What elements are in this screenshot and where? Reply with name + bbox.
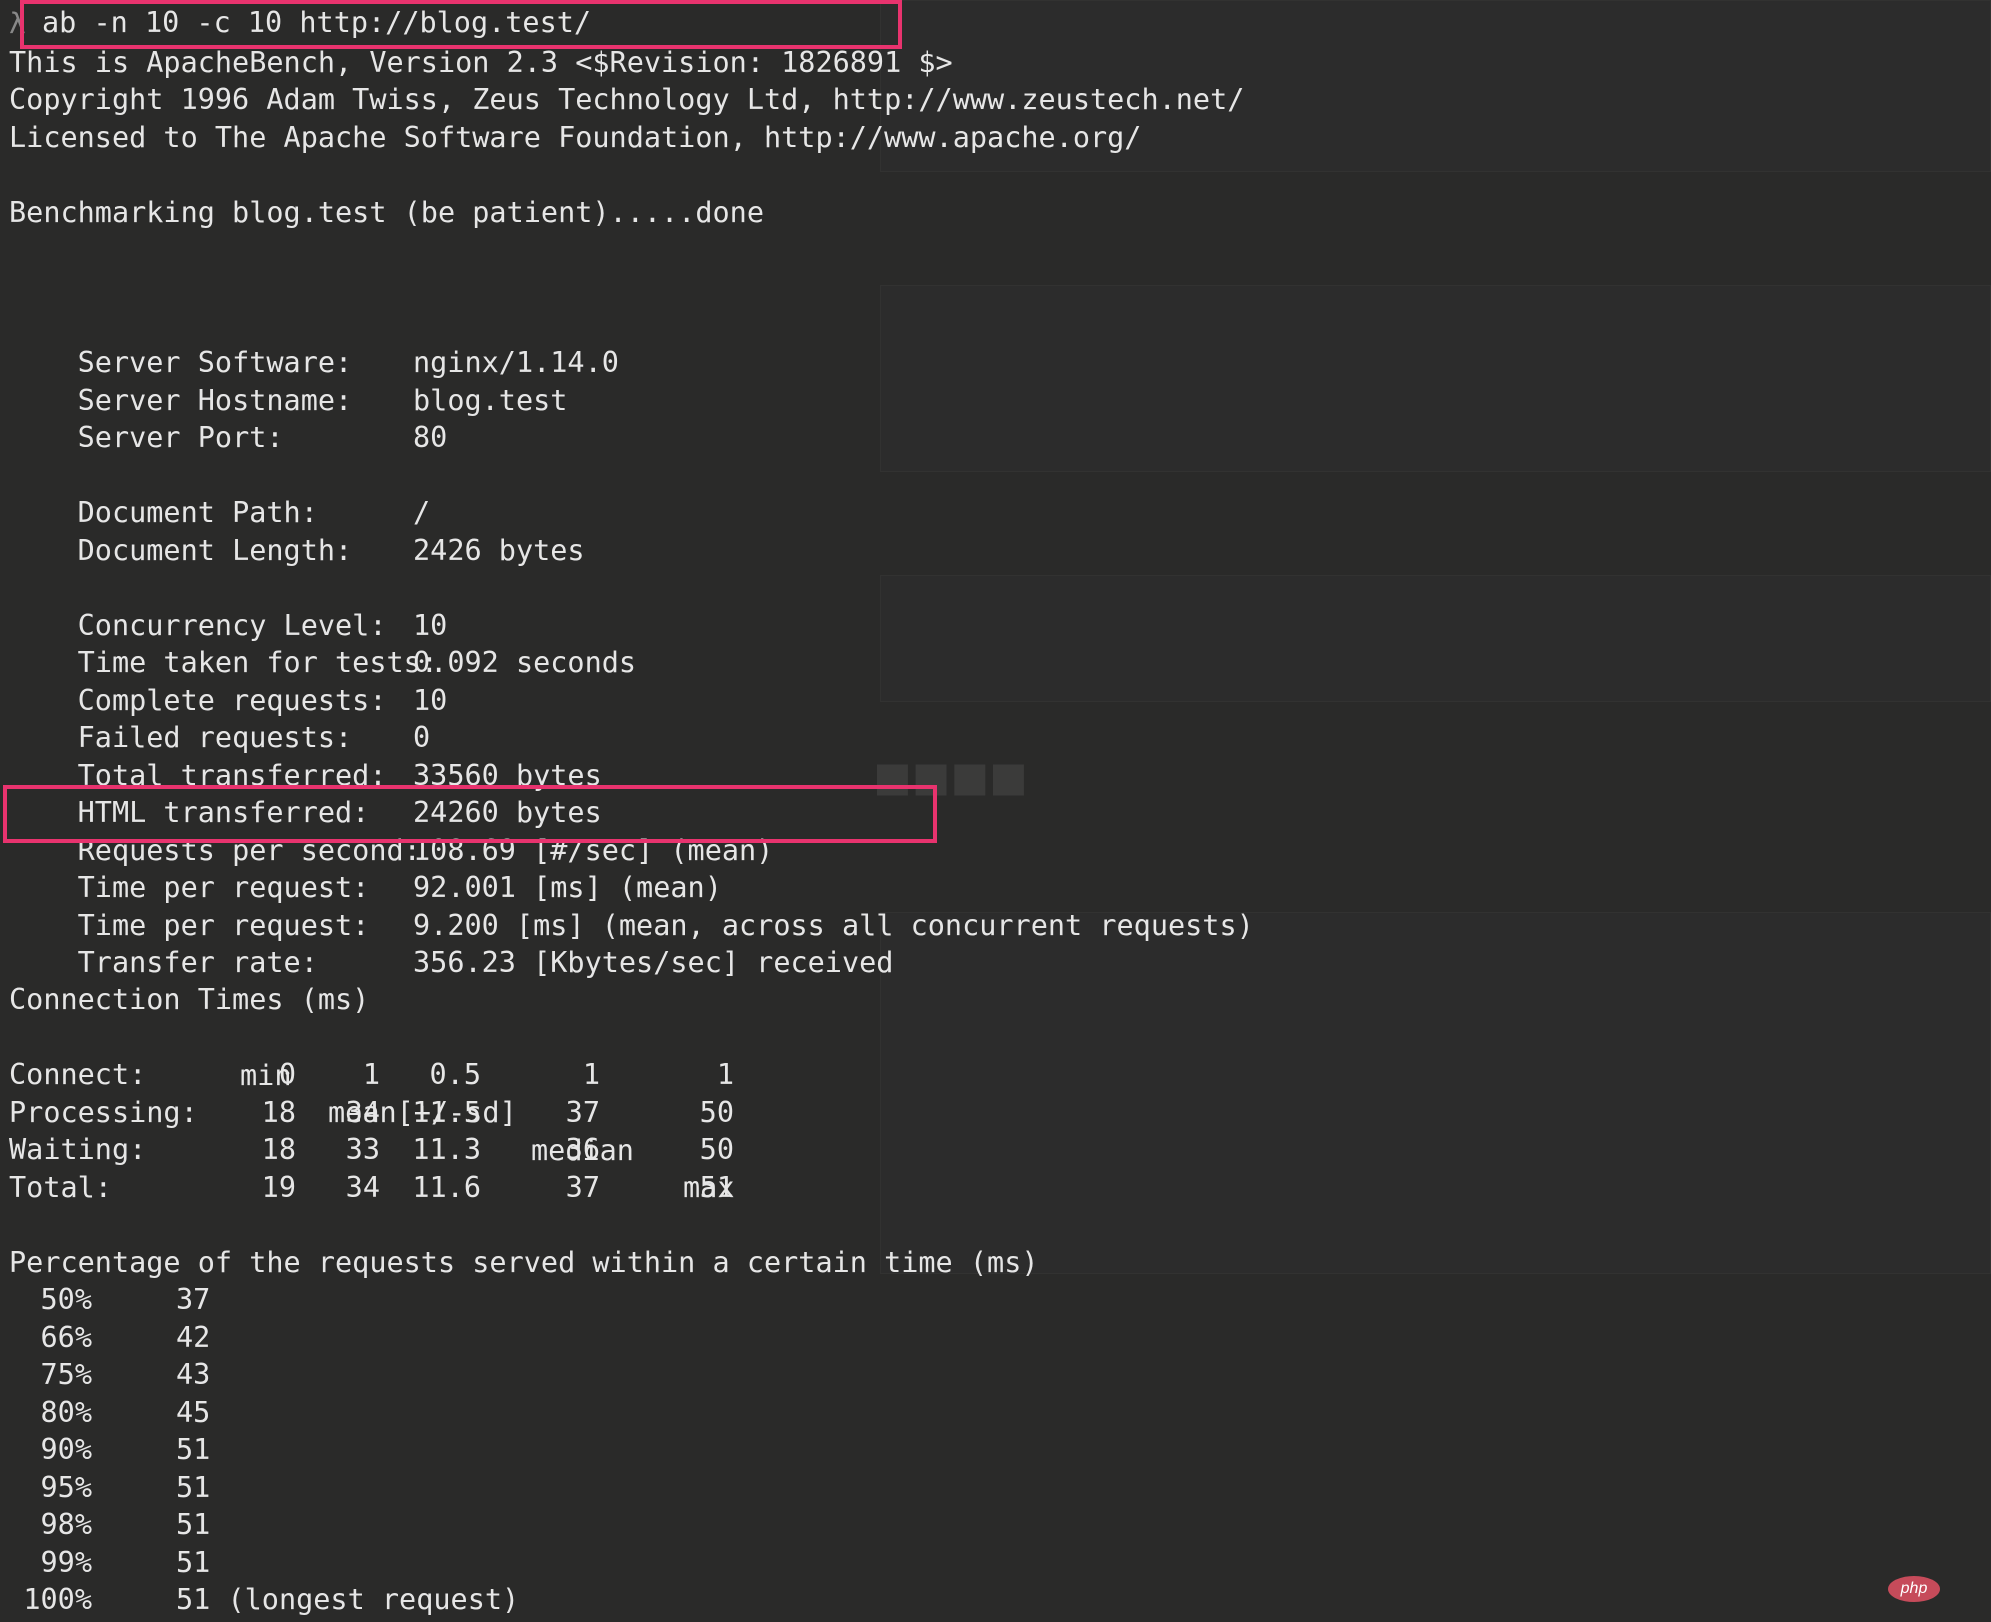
stat-value: 356.23 [Kbytes/sec] received (413, 945, 894, 979)
stat-label: Transfer rate: (77, 945, 318, 979)
cell-min: 18 (261, 1133, 296, 1166)
cell-max: 50 (699, 1133, 734, 1166)
percentiles-title: Percentage of the requests served within… (9, 1246, 1039, 1279)
cell-max: 51 (699, 1171, 734, 1204)
stat-label: Server Port: (77, 420, 284, 454)
cell-max: 50 (699, 1096, 734, 1129)
cell-mean: 34 (345, 1096, 380, 1129)
cell-mean: 33 (345, 1133, 380, 1166)
stat-value: 9.200 [ms] (mean, across all concurrent … (413, 908, 1254, 942)
stat-value: 2426 bytes (413, 533, 585, 567)
stat-row: Time taken for tests: 0.092 seconds (9, 606, 636, 679)
percentile-value: 37 (176, 1283, 211, 1316)
row-label: Total: (9, 1171, 112, 1204)
row-label: Processing: (9, 1096, 198, 1129)
percentile-label: 90% (40, 1433, 92, 1466)
cell-median: 37 (565, 1096, 600, 1129)
cell-sd: 11.3 (412, 1133, 481, 1166)
percentile-value: 51 (176, 1470, 211, 1504)
percentile-value: 51 (176, 1508, 211, 1541)
cell-median: 37 (565, 1171, 600, 1204)
connection-times-header: min mean[+/-sd] median max (0, 1019, 734, 1205)
stat-row: Concurrency Level: 10 (9, 569, 448, 642)
percentile-value: 42 (176, 1320, 211, 1354)
cell-sd: 11.5 (412, 1096, 481, 1129)
cell-sd: 0.5 (429, 1058, 481, 1091)
stat-value: 92.001 [ms] (mean) (413, 870, 722, 904)
row-label: Connect: (9, 1058, 147, 1091)
stat-row: Server Hostname: blog.test (9, 344, 568, 417)
benchmarking-line: Benchmarking blog.test (be patient).....… (9, 196, 764, 229)
percentile-value: 43 (176, 1358, 211, 1391)
stat-value: blog.test (413, 383, 568, 417)
stat-row: Complete requests: 10 (9, 644, 448, 717)
cell-min: 19 (261, 1171, 296, 1204)
command-highlight-box (20, 0, 902, 49)
cell-median: 36 (565, 1133, 600, 1166)
stat-value: / (413, 495, 431, 529)
percentile-label: 75% (40, 1358, 92, 1391)
cell-max: 1 (716, 1058, 734, 1091)
stat-row: Transfer rate: 356.23 [Kbytes/sec] receiv… (9, 906, 894, 979)
percentile-label: 95% (40, 1470, 92, 1504)
stat-value: nginx/1.14.0 (413, 345, 619, 379)
stat-row: Time per request: 9.200 [ms] (mean, acros… (9, 869, 1254, 942)
banner-line: Copyright 1996 Adam Twiss, Zeus Technolo… (9, 83, 1245, 116)
row-label: Waiting: (9, 1133, 147, 1166)
stat-value: 0 (413, 720, 431, 754)
percentile-value: 51 (longest request) (176, 1583, 520, 1616)
stat-value: 80 (413, 420, 448, 454)
stat-row: Server Port: 80 (9, 381, 448, 454)
banner-line: This is ApacheBench, Version 2.3 <$Revis… (9, 46, 953, 79)
stat-value: 10 (413, 683, 448, 717)
cell-mean: 1 (362, 1058, 380, 1091)
terminal-window: λ ab -n 10 -c 10 http://blog.test/ This … (0, 0, 1991, 1622)
percentile-label: 80% (40, 1395, 92, 1429)
cell-mean: 34 (345, 1171, 380, 1204)
stat-label: Document Length: (77, 533, 353, 567)
banner-line: Licensed to The Apache Software Foundati… (9, 121, 1142, 154)
stat-row: Time per request: 92.001 [ms] (mean) (9, 831, 722, 904)
stat-row: Document Path: / (9, 456, 431, 529)
stat-row: Total transferred: 33560 bytes (9, 719, 602, 792)
stat-row: Server Software: nginx/1.14.0 (9, 306, 619, 379)
percentile-label: 50% (40, 1283, 92, 1316)
percentile-label: 99% (40, 1545, 92, 1579)
php-watermark-logo: php (1888, 1576, 1940, 1602)
cell-min: 0 (278, 1058, 296, 1091)
stat-row: Document Length: 2426 bytes (9, 494, 585, 567)
percentile-value: 45 (176, 1395, 211, 1429)
connection-times-title: Connection Times (ms) (9, 983, 370, 1016)
percentile-label: 98% (40, 1508, 92, 1541)
percentile-value: 51 (176, 1433, 211, 1466)
stat-value: 0.092 seconds (413, 645, 637, 679)
percentile-value: 51 (176, 1545, 211, 1579)
cell-min: 18 (261, 1096, 296, 1129)
cell-sd: 11.6 (412, 1171, 481, 1204)
percentile-label: 66% (40, 1320, 92, 1354)
percentile-label: 100% (23, 1583, 92, 1616)
cell-median: 1 (582, 1058, 600, 1091)
stat-row: Failed requests: 0 (9, 681, 431, 754)
